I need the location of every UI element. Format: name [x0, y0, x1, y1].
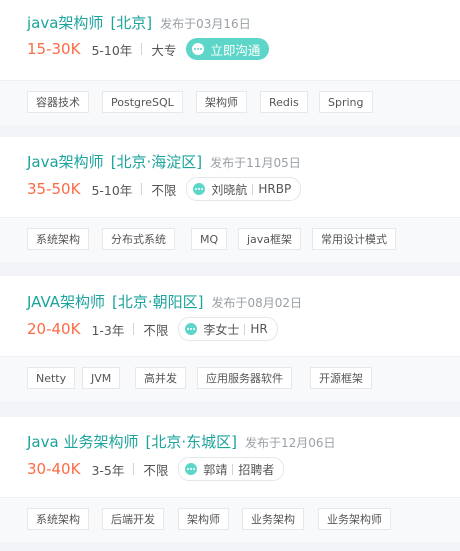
recruiter-name: 郭靖	[203, 462, 228, 477]
job-card[interactable]: JAVA架构师 [北京·朝阳区] 发布于08月02日 20-40K 1-3年 不限 …	[0, 276, 460, 401]
recruiter-role: HR	[250, 322, 268, 336]
job-tag[interactable]: Netty	[27, 367, 76, 389]
job-tag[interactable]: 系统架构	[27, 508, 89, 530]
job-tag[interactable]: 业务架构师	[318, 508, 391, 530]
job-title[interactable]: Java架构师	[27, 153, 104, 171]
job-tag[interactable]: java框架	[238, 228, 302, 250]
chat-now-button[interactable]: 立即沟通	[186, 38, 270, 60]
job-info-line: 35-50K 5-10年 不限 刘晓航 HRBP	[27, 177, 302, 201]
job-tag[interactable]: 高并发	[135, 367, 186, 389]
job-tag[interactable]: 常用设计模式	[312, 228, 396, 250]
job-tag[interactable]: 架构师	[196, 91, 247, 113]
job-education: 不限	[143, 322, 169, 338]
job-title-line: Java架构师 [北京·海淀区] 发布于11月05日	[27, 151, 301, 172]
chat-bubble-icon	[193, 183, 206, 195]
job-location: [北京·东城区]	[145, 433, 237, 451]
job-tag[interactable]: JVM	[82, 367, 121, 389]
job-location: [北京·海淀区]	[110, 153, 203, 171]
divider	[232, 463, 234, 475]
job-tags: 系统架构 分布式系统 MQ java框架 常用设计模式	[0, 217, 460, 262]
job-title-line: Java 业务架构师 [北京·东城区] 发布于12月06日	[27, 431, 336, 452]
chat-bubble-icon	[192, 43, 205, 55]
job-header: JAVA架构师 [北京·朝阳区] 发布于08月02日 20-40K 1-3年 不限 …	[0, 276, 460, 356]
job-info-line: 15-30K 5-10年 大专 立即沟通	[27, 37, 270, 61]
job-header: Java架构师 [北京·海淀区] 发布于11月05日 35-50K 5-10年 不限…	[0, 137, 460, 217]
job-education: 不限	[143, 462, 169, 478]
job-salary: 20-40K	[27, 320, 81, 338]
job-salary: 35-50K	[27, 180, 81, 198]
job-tag[interactable]: 开源框架	[310, 367, 372, 389]
job-card[interactable]: Java 业务架构师 [北京·东城区] 发布于12月06日 30-40K 3-5年 …	[0, 417, 460, 542]
job-tag[interactable]: Redis	[260, 91, 308, 113]
job-tag[interactable]: 业务架构	[242, 508, 304, 530]
recruiter-role: 招聘者	[238, 462, 275, 477]
job-publish-date: 发布于08月02日	[211, 296, 303, 310]
job-location: [北京·朝阳区]	[112, 293, 204, 311]
job-title-line: java架构师 [北京] 发布于03月16日	[27, 12, 251, 33]
job-title-line: JAVA架构师 [北京·朝阳区] 发布于08月02日	[27, 291, 302, 312]
divider	[133, 463, 135, 475]
job-tag[interactable]: Spring	[319, 91, 373, 113]
job-info-line: 30-40K 3-5年 不限 郭靖 招聘者	[27, 457, 285, 481]
recruiter-role: HRBP	[258, 182, 292, 196]
job-tag[interactable]: 系统架构	[27, 228, 89, 250]
recruiter-chip[interactable]: 刘晓航 HRBP	[186, 177, 302, 201]
job-tags: 容器技术 PostgreSQL 架构师 Redis Spring	[0, 80, 460, 125]
divider	[252, 183, 254, 195]
recruiter-name: 刘晓航	[211, 182, 248, 197]
divider	[141, 183, 143, 195]
job-tags: 系统架构 后端开发 架构师 业务架构 业务架构师	[0, 497, 460, 542]
job-card[interactable]: Java架构师 [北京·海淀区] 发布于11月05日 35-50K 5-10年 不限…	[0, 137, 460, 262]
job-publish-date: 发布于03月16日	[160, 17, 251, 31]
recruiter-chip[interactable]: 李女士 HR	[178, 317, 278, 341]
job-experience: 3-5年	[91, 462, 125, 478]
chat-bubble-icon	[185, 323, 198, 335]
job-tag[interactable]: 应用服务器软件	[197, 367, 292, 389]
job-publish-date: 发布于11月05日	[210, 156, 301, 170]
job-header: Java 业务架构师 [北京·东城区] 发布于12月06日 30-40K 3-5年 …	[0, 417, 460, 497]
job-tag[interactable]: MQ	[191, 228, 228, 250]
job-tag[interactable]: PostgreSQL	[102, 91, 183, 113]
job-experience: 5-10年	[91, 42, 133, 58]
job-title[interactable]: Java 业务架构师	[27, 433, 138, 451]
chat-bubble-icon	[185, 463, 198, 475]
recruiter-name: 李女士	[203, 322, 240, 337]
job-experience: 5-10年	[91, 182, 133, 198]
job-tag[interactable]: 架构师	[178, 508, 229, 530]
job-tags: Netty JVM 高并发 应用服务器软件 开源框架	[0, 356, 460, 401]
divider	[141, 43, 143, 55]
job-tag[interactable]: 分布式系统	[102, 228, 175, 250]
job-salary: 30-40K	[27, 460, 81, 478]
divider	[244, 323, 246, 335]
job-header: java架构师 [北京] 发布于03月16日 15-30K 5-10年 大专 立即沟…	[0, 0, 460, 80]
job-publish-date: 发布于12月06日	[244, 436, 336, 450]
job-title[interactable]: JAVA架构师	[27, 293, 105, 311]
job-location: [北京]	[110, 14, 153, 32]
job-education: 不限	[151, 182, 177, 198]
job-tag[interactable]: 后端开发	[102, 508, 164, 530]
job-card[interactable]: java架构师 [北京] 发布于03月16日 15-30K 5-10年 大专 立即沟…	[0, 0, 460, 125]
job-experience: 1-3年	[91, 322, 125, 338]
divider	[133, 323, 135, 335]
recruiter-chip[interactable]: 郭靖 招聘者	[178, 457, 285, 481]
job-info-line: 20-40K 1-3年 不限 李女士 HR	[27, 317, 278, 341]
job-salary: 15-30K	[27, 40, 81, 58]
job-tag[interactable]: 容器技术	[27, 91, 89, 113]
job-title[interactable]: java架构师	[27, 14, 103, 32]
chat-now-label: 立即沟通	[210, 42, 261, 58]
job-education: 大专	[151, 42, 177, 58]
